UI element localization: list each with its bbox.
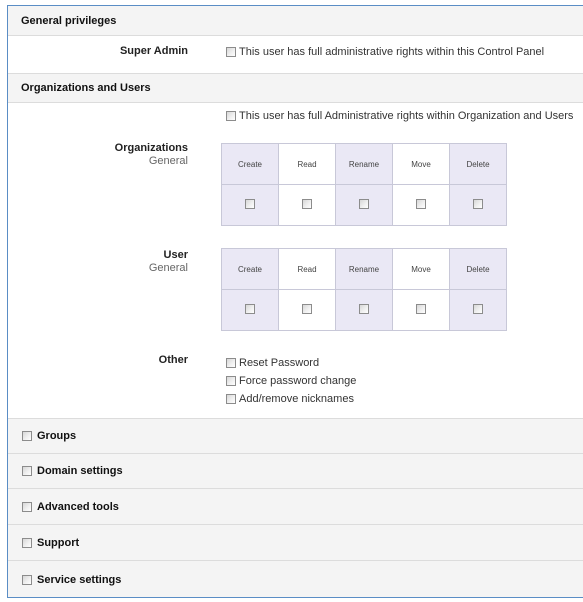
org-move-cell (392, 184, 450, 226)
org-col-create: Create (221, 143, 279, 185)
user-label: User General (38, 249, 188, 275)
general-privileges-title: General privileges (21, 14, 117, 27)
groups-checkbox[interactable] (22, 431, 32, 441)
service-settings-checkbox[interactable] (22, 575, 32, 585)
super-admin-text: This user has full administrative rights… (239, 46, 545, 58)
org-rename-checkbox[interactable] (359, 199, 369, 209)
user-subtitle: General (148, 262, 188, 274)
user-read-checkbox[interactable] (302, 304, 312, 314)
user-move-cell (392, 289, 450, 331)
org-full-rights-option[interactable]: This user has full Administrative rights… (226, 110, 573, 122)
super-admin-label: Super Admin (119, 45, 188, 57)
groups-title: Groups (37, 430, 77, 442)
user-create-cell (221, 289, 279, 331)
user-rename-cell (335, 289, 393, 331)
user-move-checkbox[interactable] (416, 304, 426, 314)
user-delete-cell (449, 289, 507, 331)
org-move-checkbox[interactable] (416, 199, 426, 209)
org-rename-cell (335, 184, 393, 226)
org-read-cell (278, 184, 336, 226)
reset-password-text: Reset Password (239, 357, 320, 369)
organizations-label: Organizations General (38, 142, 188, 168)
advanced-tools-title: Advanced tools (37, 500, 119, 513)
section-domain-settings[interactable]: Domain settings (8, 454, 583, 489)
user-title: User (163, 249, 188, 261)
org-create-checkbox[interactable] (245, 199, 255, 209)
org-delete-cell (449, 184, 507, 226)
force-password-change-option[interactable]: Force password change (226, 375, 356, 387)
service-settings-title: Service settings (37, 574, 122, 586)
user-col-move: Move (392, 248, 450, 290)
user-col-read: Read (278, 248, 336, 290)
domain-settings-title: Domain settings (37, 465, 123, 477)
org-create-cell (221, 184, 279, 226)
org-col-delete: Delete (449, 143, 507, 185)
user-rename-checkbox[interactable] (359, 304, 369, 314)
support-title: Support (37, 536, 80, 549)
org-read-checkbox[interactable] (302, 199, 312, 209)
user-delete-checkbox[interactable] (473, 304, 483, 314)
org-col-move: Move (392, 143, 450, 185)
advanced-tools-checkbox[interactable] (22, 501, 32, 512)
org-users-header: Organizations and Users (8, 73, 583, 103)
force-password-change-text: Force password change (239, 375, 357, 387)
user-col-create: Create (221, 248, 279, 290)
add-remove-nicknames-checkbox[interactable] (226, 394, 236, 404)
org-full-rights-checkbox[interactable] (226, 111, 236, 121)
super-admin-checkbox[interactable] (226, 47, 236, 57)
section-groups[interactable]: Groups (8, 418, 583, 454)
org-col-rename: Rename (335, 143, 393, 185)
org-full-rights-text: This user has full Administrative rights… (239, 110, 574, 122)
other-label: Other (158, 354, 188, 366)
user-col-rename: Rename (335, 248, 393, 290)
user-create-checkbox[interactable] (245, 304, 255, 314)
support-checkbox[interactable] (22, 537, 32, 548)
add-remove-nicknames-text: Add/remove nicknames (239, 393, 354, 405)
org-users-title: Organizations and Users (21, 82, 151, 94)
organizations-permissions-table: Create Read Rename Move Delete (221, 143, 507, 226)
section-advanced-tools[interactable]: Advanced tools (8, 489, 583, 525)
add-remove-nicknames-option[interactable]: Add/remove nicknames (226, 393, 354, 405)
general-privileges-header: General privileges (8, 6, 583, 36)
user-read-cell (278, 289, 336, 331)
user-permissions-table: Create Read Rename Move Delete (221, 248, 507, 331)
privileges-panel: General privileges Super Admin This user… (7, 5, 583, 598)
user-col-delete: Delete (449, 248, 507, 290)
super-admin-option[interactable]: This user has full administrative rights… (226, 46, 544, 58)
section-service-settings[interactable]: Service settings (8, 561, 583, 597)
organizations-title: Organizations (114, 142, 188, 154)
org-col-read: Read (278, 143, 336, 185)
org-delete-checkbox[interactable] (473, 199, 483, 209)
organizations-subtitle: General (148, 155, 188, 167)
reset-password-option[interactable]: Reset Password (226, 357, 319, 369)
section-support[interactable]: Support (8, 525, 583, 561)
force-password-change-checkbox[interactable] (226, 376, 236, 386)
domain-settings-checkbox[interactable] (22, 466, 32, 476)
reset-password-checkbox[interactable] (226, 358, 236, 368)
